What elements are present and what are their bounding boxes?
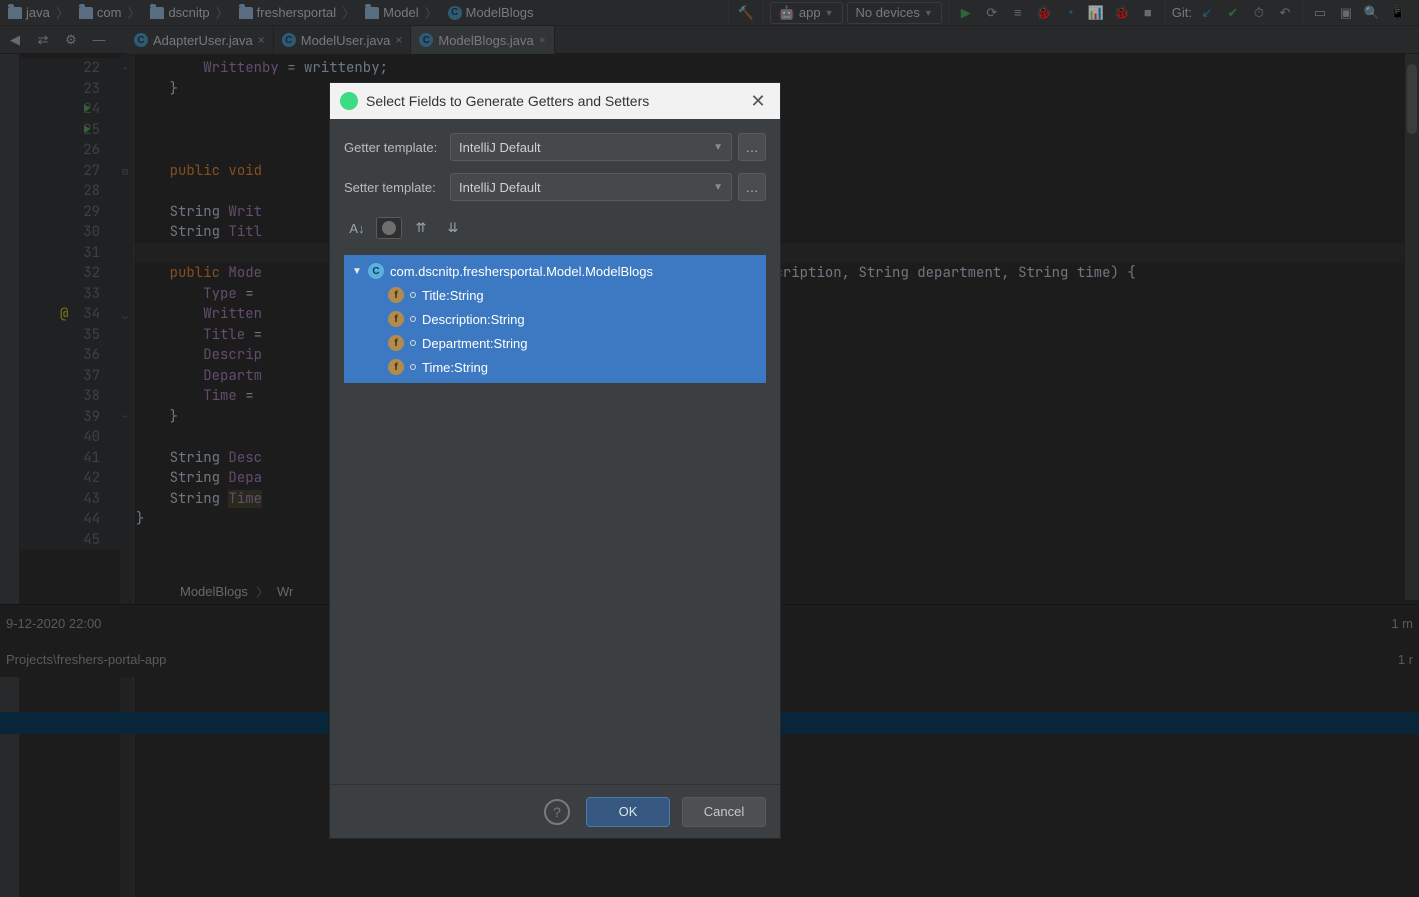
collapse-all-icon[interactable]: ⇊ (440, 217, 466, 239)
field-icon: f (388, 359, 404, 375)
field-item[interactable]: f Description:String (344, 307, 766, 331)
setter-template-label: Setter template: (344, 180, 444, 195)
field-icon: f (388, 311, 404, 327)
field-icon: f (388, 335, 404, 351)
ok-button[interactable]: OK (586, 797, 670, 827)
getter-template-select[interactable]: IntelliJ Default ▼ (450, 133, 732, 161)
visibility-icon (410, 316, 416, 322)
chevron-down-icon: ▼ (713, 182, 723, 193)
getter-template-browse[interactable]: … (738, 133, 766, 161)
select-value: IntelliJ Default (459, 180, 541, 195)
class-icon: C (368, 263, 384, 279)
android-studio-icon (340, 92, 358, 110)
visibility-icon (410, 340, 416, 346)
cancel-button[interactable]: Cancel (682, 797, 766, 827)
field-label: Department:String (422, 336, 528, 351)
getter-template-row: Getter template: IntelliJ Default ▼ … (344, 133, 766, 161)
expand-all-icon[interactable]: ⇈ (408, 217, 434, 239)
field-label: Title:String (422, 288, 484, 303)
ok-label: OK (619, 804, 638, 819)
chevron-down-icon: ▼ (713, 142, 723, 153)
setter-template-row: Setter template: IntelliJ Default ▼ … (344, 173, 766, 201)
field-item[interactable]: f Department:String (344, 331, 766, 355)
tree-root[interactable]: ▼ C com.dscnitp.freshersportal.Model.Mod… (344, 259, 766, 283)
field-label: Description:String (422, 312, 525, 327)
select-value: IntelliJ Default (459, 140, 541, 155)
field-label: Time:String (422, 360, 488, 375)
show-instance-icon[interactable] (376, 217, 402, 239)
sort-alpha-icon[interactable]: A↓ (344, 217, 370, 239)
visibility-icon (410, 364, 416, 370)
tree-toolbar: A↓ ⇈ ⇊ (344, 213, 766, 243)
getter-template-label: Getter template: (344, 140, 444, 155)
help-button[interactable]: ? (544, 799, 570, 825)
dialog-footer: ? OK Cancel (330, 784, 780, 838)
close-icon[interactable]: ✕ (746, 91, 770, 112)
tree-root-label: com.dscnitp.freshersportal.Model.ModelBl… (390, 264, 653, 279)
dialog-title: Select Fields to Generate Getters and Se… (366, 93, 649, 109)
fields-tree[interactable]: ▼ C com.dscnitp.freshersportal.Model.Mod… (344, 255, 766, 383)
dialog-titlebar[interactable]: Select Fields to Generate Getters and Se… (330, 83, 780, 119)
generate-getset-dialog: Select Fields to Generate Getters and Se… (329, 82, 781, 839)
dialog-body: Getter template: IntelliJ Default ▼ … Se… (330, 119, 780, 784)
field-item[interactable]: f Title:String (344, 283, 766, 307)
setter-template-browse[interactable]: … (738, 173, 766, 201)
setter-template-select[interactable]: IntelliJ Default ▼ (450, 173, 732, 201)
tree-twisty-icon[interactable]: ▼ (352, 266, 362, 277)
cancel-label: Cancel (704, 804, 744, 819)
field-item[interactable]: f Time:String (344, 355, 766, 379)
visibility-icon (410, 292, 416, 298)
field-icon: f (388, 287, 404, 303)
